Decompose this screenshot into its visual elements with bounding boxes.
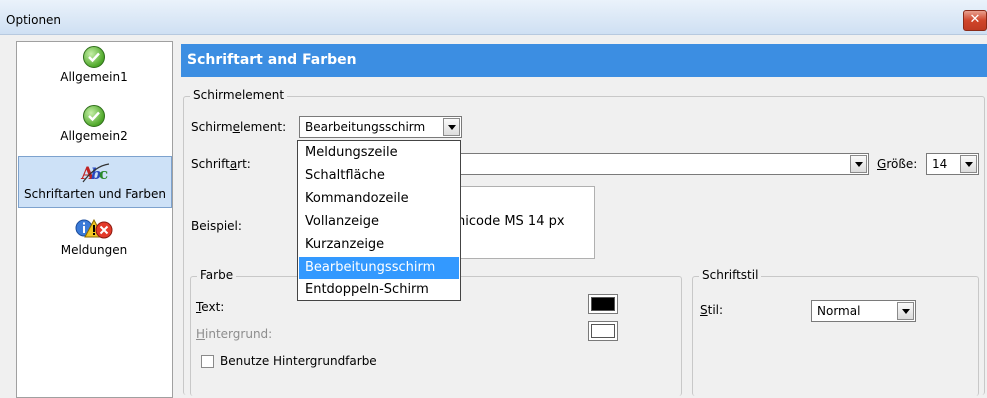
dropdown-option[interactable]: Schaltfläche — [299, 165, 459, 187]
sidebar-item-meldungen[interactable]: Meldungen — [18, 218, 170, 264]
background-color-fill — [591, 324, 615, 338]
sample-label: Beispiel: — [191, 219, 242, 233]
chevron-down-icon[interactable] — [897, 302, 914, 320]
info-warning-error-icon — [75, 218, 113, 243]
size-combo[interactable]: 14 — [926, 153, 979, 175]
sidebar-item-schriftarten-und-farben[interactable]: A b c Schriftarten und Farben — [18, 156, 172, 208]
font-abc-icon: A b c — [79, 160, 111, 187]
sample-text: nicode MS 14 px — [457, 214, 565, 229]
screen-element-combo[interactable]: Bearbeitungsschirm — [299, 116, 462, 138]
color-legend: Farbe — [197, 268, 237, 282]
use-background-checkbox[interactable] — [201, 355, 214, 368]
background-color-label: Hintergrund: — [196, 327, 273, 341]
dropdown-option[interactable]: Vollanzeige — [299, 211, 459, 233]
dropdown-option[interactable]: Kommandozeile — [299, 188, 459, 210]
close-icon: ✕ — [969, 12, 981, 27]
style-label: Stil: — [700, 303, 724, 317]
green-check-icon — [83, 105, 105, 127]
panel-banner: Schriftart and Farben — [181, 44, 987, 77]
sidebar-item-allgemein1[interactable]: Allgemein1 — [18, 44, 170, 90]
dropdown-option[interactable]: Meldungszeile — [299, 142, 459, 164]
sidebar-item-label: Allgemein1 — [60, 70, 128, 84]
chevron-down-icon[interactable] — [960, 155, 977, 173]
background-color-swatch[interactable] — [588, 321, 618, 341]
style-combo[interactable]: Normal — [811, 300, 916, 322]
sidebar-item-label: Schriftarten und Farben — [24, 187, 166, 201]
category-sidebar: Allgemein1 Allgemein2 A b c Schriftarten… — [16, 41, 173, 398]
sidebar-item-label: Meldungen — [60, 243, 128, 257]
font-label: Schriftart: — [191, 157, 251, 171]
sidebar-item-allgemein2[interactable]: Allgemein2 — [18, 103, 170, 149]
style-value: Normal — [817, 304, 861, 318]
dropdown-option-selected[interactable]: Bearbeitungsschirm — [299, 257, 459, 279]
text-color-fill — [591, 297, 615, 311]
screen-element-value: Bearbeitungsschirm — [305, 120, 426, 134]
use-background-label: Benutze Hintergrundfarbe — [220, 354, 377, 368]
font-style-legend: Schriftstil — [699, 268, 762, 282]
close-button[interactable]: ✕ — [963, 10, 987, 31]
screen-element-label: Schirmelement: — [191, 120, 287, 134]
text-color-swatch[interactable] — [588, 294, 618, 314]
size-value: 14 — [932, 157, 948, 171]
green-check-icon — [83, 46, 105, 68]
dropdown-option[interactable]: Kurzanzeige — [299, 234, 459, 256]
window-title: Optionen — [6, 13, 62, 27]
text-color-label: Text: — [196, 300, 225, 314]
sidebar-item-label: Allgemein2 — [60, 129, 128, 143]
screen-element-legend: Schirmelement — [190, 88, 288, 102]
chevron-down-icon[interactable] — [443, 118, 460, 136]
size-label: Größe: — [877, 157, 918, 171]
screen-element-dropdown-list: Meldungszeile Schaltfläche Kommandozeile… — [297, 140, 461, 301]
title-bar: Optionen ✕ — [0, 0, 987, 35]
chevron-down-icon[interactable] — [850, 155, 867, 173]
dropdown-option[interactable]: Entdoppeln-Schirm — [299, 279, 459, 301]
font-style-group: Schriftstil Stil: Normal — [692, 268, 979, 396]
svg-text:c: c — [99, 165, 108, 183]
